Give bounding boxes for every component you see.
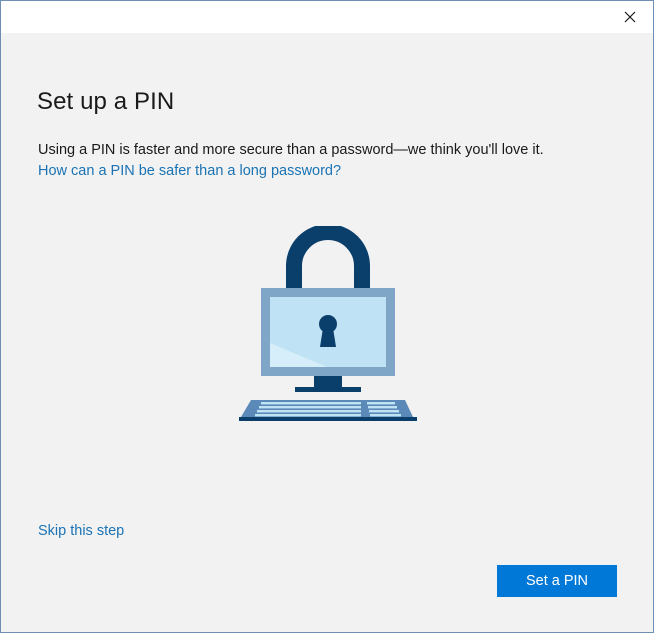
page-title: Set up a PIN xyxy=(37,88,175,115)
title-bar xyxy=(1,1,653,33)
set-pin-button[interactable]: Set a PIN xyxy=(497,565,617,597)
pin-safety-link[interactable]: How can a PIN be safer than a long passw… xyxy=(38,163,341,179)
dialog-content: Set up a PIN Using a PIN is faster and m… xyxy=(1,33,653,632)
skip-step-link[interactable]: Skip this step xyxy=(38,523,124,539)
pin-setup-dialog: Set up a PIN Using a PIN is faster and m… xyxy=(0,0,654,633)
close-icon xyxy=(624,11,636,23)
padlock-computer-illustration xyxy=(237,224,419,436)
close-button[interactable] xyxy=(615,5,645,29)
description-text: Using a PIN is faster and more secure th… xyxy=(38,142,544,158)
padlock-monitor-icon xyxy=(239,224,417,421)
